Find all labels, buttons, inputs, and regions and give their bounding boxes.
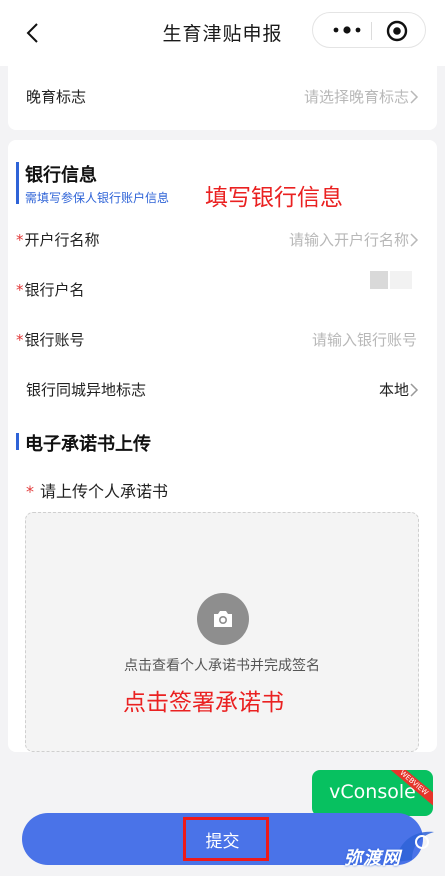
main-form-card: 银行信息 需填写参保人银行账户信息 填写银行信息 *开户行名称 请输入开户行名称…	[8, 140, 437, 752]
bank-section-subtitle: 需填写参保人银行账户信息	[25, 191, 170, 205]
account-holder-masked-value	[370, 271, 388, 289]
bank-annotation: 填写银行信息	[205, 185, 343, 211]
section-accent-bar	[16, 162, 19, 204]
account-holder-row[interactable]: *银行户名	[8, 265, 437, 315]
section-accent-bar	[16, 433, 19, 450]
same-city-row[interactable]: 银行同城异地标志 本地	[8, 365, 437, 415]
more-dots-icon[interactable]	[327, 19, 367, 41]
promise-section-title: 电子承诺书上传	[25, 434, 151, 455]
promise-upload-area[interactable]: 点击查看个人承诺书并完成签名 点击签署承诺书	[25, 512, 419, 752]
account-holder-label: *银行户名	[16, 281, 85, 299]
account-number-label: *银行账号	[16, 331, 85, 349]
vconsole-button[interactable]: vConsole WEBVIEW	[312, 770, 433, 816]
late-birth-row[interactable]: 晚育标志 请选择晚育标志	[8, 72, 437, 122]
navigation-bar: 生育津贴申报	[0, 0, 445, 66]
bank-section-title: 银行信息	[25, 165, 97, 186]
bank-name-label: *开户行名称	[16, 231, 100, 249]
chevron-right-icon	[410, 383, 419, 397]
promise-annotation: 点击签署承诺书	[123, 690, 284, 716]
same-city-value[interactable]: 本地	[379, 379, 409, 400]
chevron-right-icon	[410, 233, 419, 247]
account-holder-masked-value-fade	[390, 271, 412, 289]
account-number-input[interactable]: 请输入银行账号	[312, 329, 417, 350]
upload-label: * 请上传个人承诺书	[26, 482, 169, 501]
bank-name-row[interactable]: *开户行名称 请输入开户行名称	[8, 215, 437, 265]
upload-hint: 点击查看个人承诺书并完成签名	[124, 658, 320, 674]
bank-name-input[interactable]: 请输入开户行名称	[289, 229, 409, 250]
chevron-right-icon	[410, 90, 419, 104]
mini-program-capsule	[312, 12, 426, 48]
watermark-text: 弥渡网	[344, 848, 401, 869]
capsule-divider	[371, 22, 372, 40]
target-close-icon[interactable]	[385, 19, 409, 43]
submit-highlight-box	[183, 817, 269, 861]
late-birth-select[interactable]: 请选择晚育标志	[304, 86, 409, 107]
same-city-label: 银行同城异地标志	[26, 381, 147, 399]
late-birth-card: 晚育标志 请选择晚育标志	[8, 66, 437, 130]
late-birth-label: 晚育标志	[26, 88, 87, 106]
camera-icon[interactable]	[197, 593, 249, 645]
account-number-row[interactable]: *银行账号 请输入银行账号	[8, 315, 437, 365]
